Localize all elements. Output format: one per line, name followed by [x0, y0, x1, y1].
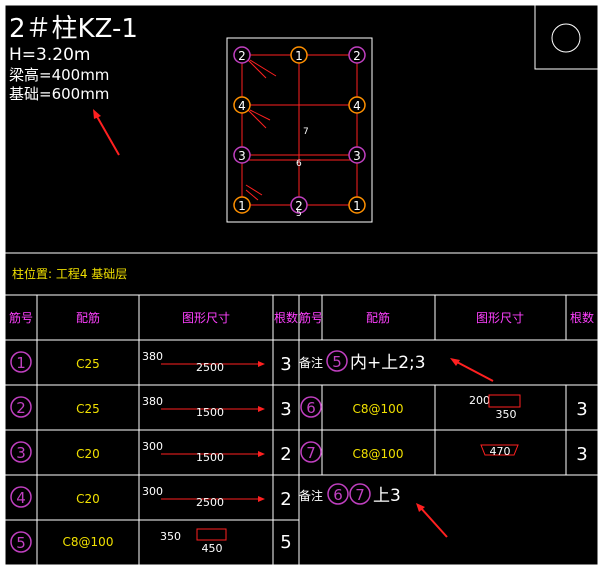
svg-text:3: 3	[576, 444, 587, 465]
svg-text:2500: 2500	[196, 361, 224, 374]
svg-text:6: 6	[333, 486, 343, 504]
svg-text:2: 2	[353, 49, 361, 63]
remark-label: 备注	[299, 488, 323, 503]
svg-text:3: 3	[353, 149, 361, 163]
svg-text:1: 1	[353, 199, 361, 213]
svg-text:4: 4	[238, 99, 246, 113]
svg-text:C25: C25	[76, 402, 100, 416]
bar-marker-mid-left: 4	[233, 96, 251, 114]
svg-text:3: 3	[576, 399, 587, 420]
svg-text:C8@100: C8@100	[353, 447, 404, 461]
svg-text:2: 2	[16, 399, 26, 417]
bar-marker-mid-right: 4	[348, 96, 366, 114]
svg-text:200: 200	[469, 394, 490, 407]
svg-text:300: 300	[142, 485, 163, 498]
bar-marker-low-left: 3	[233, 146, 251, 164]
svg-text:1500: 1500	[196, 451, 224, 464]
bar-marker-bot-left: 1	[233, 196, 251, 214]
svg-text:C8@100: C8@100	[353, 402, 404, 416]
svg-text:5: 5	[280, 532, 291, 553]
header-shape-2: 图形尺寸	[476, 311, 524, 325]
svg-text:3: 3	[238, 149, 246, 163]
svg-text:2: 2	[280, 489, 291, 510]
svg-text:C25: C25	[76, 357, 100, 371]
svg-text:C8@100: C8@100	[63, 535, 114, 549]
svg-text:7: 7	[355, 486, 365, 504]
column-title: 2＃柱KZ-1	[9, 14, 138, 44]
stirrup-label-6: 6	[296, 159, 302, 169]
table-header: 筋号 配筋 图形尺寸 根数 筋号 配筋 图形尺寸 根数	[9, 310, 594, 325]
svg-text:7: 7	[306, 444, 316, 462]
stirrup-label-5: 5	[296, 209, 302, 219]
svg-text:470: 470	[490, 445, 511, 458]
stirrup-label-7: 7	[303, 127, 309, 137]
svg-text:3: 3	[280, 399, 291, 420]
svg-text:350: 350	[496, 408, 517, 421]
bar-marker-top-mid: 1	[290, 46, 308, 64]
svg-text:5: 5	[16, 534, 26, 552]
bar-marker-low-right: 3	[348, 146, 366, 164]
svg-text:C20: C20	[76, 492, 100, 506]
header-shape: 图形尺寸	[182, 311, 230, 325]
header-bar-no-2: 筋号	[299, 310, 323, 325]
svg-text:C20: C20	[76, 447, 100, 461]
svg-text:4: 4	[16, 489, 26, 507]
column-height: H=3.20m	[9, 45, 90, 65]
column-position: 柱位置: 工程4 基础层	[12, 266, 127, 281]
svg-text:350: 350	[160, 530, 181, 543]
svg-text:380: 380	[142, 350, 163, 363]
remark-text: 内+上2;3	[350, 353, 426, 373]
svg-text:3: 3	[280, 354, 291, 375]
svg-text:2500: 2500	[196, 496, 224, 509]
svg-text:2: 2	[280, 444, 291, 465]
remark-text: 上3	[373, 486, 401, 506]
header-count-2: 根数	[570, 310, 594, 325]
header-count: 根数	[274, 310, 298, 325]
foundation-depth: 基础=600mm	[9, 85, 109, 103]
svg-text:450: 450	[202, 542, 223, 555]
svg-text:1: 1	[295, 49, 303, 63]
svg-text:6: 6	[306, 399, 316, 417]
bar-marker-top-left: 2	[233, 46, 251, 64]
bar-marker-top-right: 2	[348, 46, 366, 64]
svg-text:300: 300	[142, 440, 163, 453]
svg-text:380: 380	[142, 395, 163, 408]
svg-text:1: 1	[238, 199, 246, 213]
svg-text:4: 4	[353, 99, 361, 113]
header-bar-no: 筋号	[9, 310, 33, 325]
remark-label: 备注	[299, 355, 323, 370]
svg-text:2: 2	[238, 49, 246, 63]
svg-text:3: 3	[16, 444, 26, 462]
svg-text:1500: 1500	[196, 406, 224, 419]
beam-height: 梁高=400mm	[9, 66, 109, 84]
bar-marker-bot-right: 1	[348, 196, 366, 214]
header-rebar: 配筋	[76, 310, 100, 325]
svg-text:5: 5	[332, 353, 342, 371]
header-rebar-2: 配筋	[366, 310, 390, 325]
svg-text:1: 1	[16, 354, 26, 372]
